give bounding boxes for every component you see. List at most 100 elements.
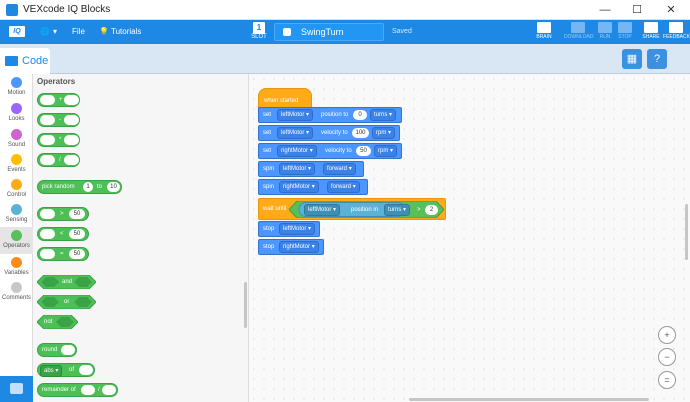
unit-dropdown[interactable]: turns ▾ (370, 109, 397, 121)
share-button[interactable]: SHARE (640, 22, 662, 40)
zoom-reset-button[interactable]: = (658, 371, 676, 389)
operand-slot[interactable] (40, 95, 55, 105)
not-block[interactable]: not (37, 315, 78, 329)
add-block[interactable]: + (37, 93, 80, 107)
unit-dropdown[interactable]: rpm ▾ (374, 145, 398, 157)
sensor-unit-dropdown[interactable]: turns ▾ (384, 204, 411, 216)
help-button[interactable]: ? (647, 49, 667, 69)
devices-button[interactable]: ▦ (622, 49, 642, 69)
project-name-field[interactable]: SwingTurn (274, 23, 384, 41)
zoom-out-button[interactable]: − (658, 348, 676, 366)
operand-slot[interactable] (40, 209, 55, 219)
abs-block[interactable]: abs ▾ of (37, 363, 95, 377)
random-to-input[interactable]: 10 (107, 182, 120, 192)
minimize-button[interactable]: — (590, 2, 620, 18)
workspace-horizontal-scrollbar[interactable] (409, 398, 649, 401)
motion-dot-icon (11, 77, 22, 88)
multiply-block[interactable]: * (37, 133, 80, 147)
operand-slot[interactable] (40, 115, 55, 125)
maximize-button[interactable]: ☐ (622, 2, 652, 18)
operand-slot[interactable] (40, 135, 55, 145)
operand-slot[interactable] (64, 115, 79, 125)
code-workspace[interactable]: when started set leftMotor ▾ position to… (249, 74, 690, 402)
category-looks[interactable]: Looks (0, 103, 33, 127)
operand-slot[interactable] (79, 365, 93, 375)
stop-button[interactable]: STOP (614, 22, 636, 40)
motor-dropdown[interactable]: leftMotor ▾ (279, 163, 316, 175)
category-sensing[interactable]: Sensing (0, 204, 33, 228)
position-input[interactable]: 0 (353, 110, 367, 120)
palette-scrollbar[interactable] (244, 282, 247, 328)
file-menu[interactable]: File (72, 25, 85, 39)
category-motion[interactable]: Motion (0, 77, 33, 101)
category-operators[interactable]: Operators (0, 227, 33, 254)
category-control[interactable]: Control (0, 179, 33, 203)
category-variables[interactable]: Variables (0, 257, 33, 281)
operand-slot[interactable] (64, 155, 79, 165)
wait-until-block[interactable]: wait until leftMotor ▾ position in turns… (258, 198, 446, 220)
spin-block[interactable]: spin leftMotor ▾ forward ▾ (258, 161, 364, 177)
brain-button[interactable]: BRAIN (533, 22, 555, 40)
velocity-input[interactable]: 100 (352, 128, 369, 138)
operand-slot[interactable] (64, 95, 79, 105)
category-comments[interactable]: Comments (0, 282, 33, 306)
or-block[interactable]: or (37, 295, 96, 309)
stop-motor-block[interactable]: stop rightMotor ▾ (258, 239, 324, 255)
random-from-input[interactable]: 1 (83, 182, 93, 192)
unit-dropdown[interactable]: rpm ▾ (372, 127, 396, 139)
block-verb: spin (263, 184, 275, 190)
download-button[interactable]: DOWNLOAD (564, 22, 593, 40)
operand-slot[interactable] (64, 135, 79, 145)
round-block[interactable]: round (37, 343, 77, 357)
run-button[interactable]: RUN (594, 22, 616, 40)
compare-value[interactable]: 50 (69, 229, 85, 239)
set-velocity-block[interactable]: set leftMotor ▾ velocity to 100 rpm ▾ (258, 125, 400, 141)
motor-dropdown[interactable]: rightMotor ▾ (277, 145, 317, 157)
compare-value[interactable]: 50 (69, 209, 85, 219)
motor-dropdown[interactable]: rightMotor ▾ (279, 241, 319, 253)
code-tab[interactable]: Code (0, 48, 50, 74)
operand-slot[interactable] (81, 385, 95, 395)
motor-dropdown[interactable]: leftMotor ▾ (279, 223, 316, 235)
motor-name: leftMotor (281, 112, 305, 118)
device-panel-button[interactable] (0, 376, 33, 402)
compare-value[interactable]: 50 (69, 249, 85, 259)
direction-dropdown[interactable]: forward ▾ (323, 163, 356, 175)
and-block[interactable]: and (37, 275, 96, 289)
operand-slot[interactable] (40, 229, 55, 239)
set-velocity-block[interactable]: set rightMotor ▾ velocity to 50 rpm ▾ (258, 143, 402, 159)
remainder-block[interactable]: remainder of / (37, 383, 118, 397)
abs-function-dropdown[interactable]: abs ▾ (40, 365, 63, 377)
globe-icon[interactable]: 🌐 (40, 25, 50, 39)
feedback-button[interactable]: FEEDBACK (663, 22, 690, 40)
sensor-motor-dropdown[interactable]: leftMotor ▾ (304, 204, 341, 216)
set-position-block[interactable]: set leftMotor ▾ position to 0 turns ▾ (258, 107, 402, 123)
category-events[interactable]: Events (0, 154, 33, 178)
operand-slot[interactable] (61, 345, 75, 355)
divide-block[interactable]: / (37, 153, 80, 167)
workspace-vertical-scrollbar[interactable] (685, 204, 688, 260)
pick-random-block[interactable]: pick random 1 to 10 (37, 180, 122, 194)
greater-than-block[interactable]: > 50 (37, 207, 89, 221)
operand-slot[interactable] (40, 249, 55, 259)
language-chevron-icon[interactable]: ▾ (53, 25, 57, 39)
stop-motor-block[interactable]: stop leftMotor ▾ (258, 221, 320, 237)
operand-slot[interactable] (102, 385, 116, 395)
tutorials-menu[interactable]: Tutorials (111, 25, 141, 39)
compare-value-input[interactable]: 2 (425, 205, 438, 215)
close-button[interactable]: ✕ (656, 2, 686, 18)
operand-slot[interactable] (40, 155, 55, 165)
subtract-block[interactable]: - (37, 113, 80, 127)
less-than-block[interactable]: < 50 (37, 227, 89, 241)
zoom-in-button[interactable]: + (658, 326, 676, 344)
block-verb: set (263, 148, 272, 154)
slot-selector[interactable]: 1 SLOT (250, 22, 268, 40)
equals-block[interactable]: = 50 (37, 247, 89, 261)
velocity-input[interactable]: 50 (356, 146, 371, 156)
direction-dropdown[interactable]: forward ▾ (327, 181, 360, 193)
category-sound[interactable]: Sound (0, 129, 33, 153)
motor-dropdown[interactable]: leftMotor ▾ (277, 127, 314, 139)
motor-dropdown[interactable]: rightMotor ▾ (279, 181, 319, 193)
motor-dropdown[interactable]: leftMotor ▾ (277, 109, 314, 121)
spin-block[interactable]: spin rightMotor ▾ forward ▾ (258, 179, 368, 195)
